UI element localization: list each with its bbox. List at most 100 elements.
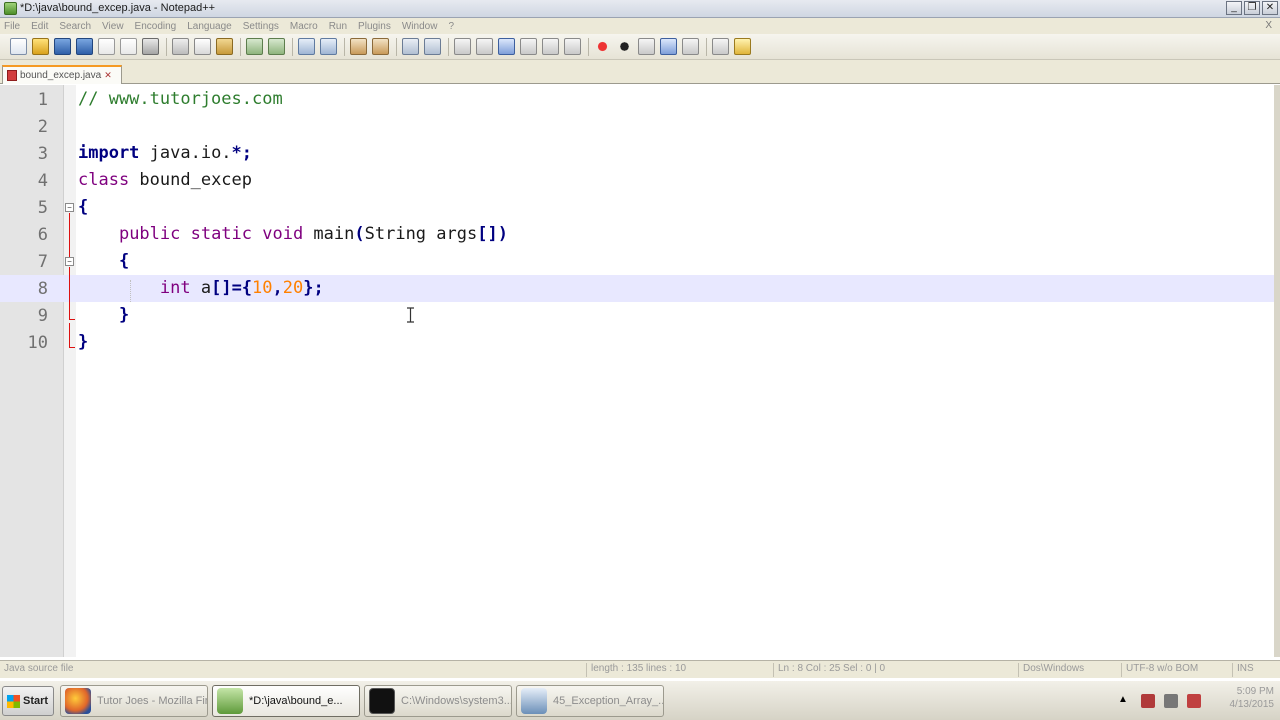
task-explorer[interactable]: 45_Exception_Array_...	[516, 685, 664, 717]
menu-help[interactable]: ?	[448, 21, 454, 32]
toolbar-separator	[166, 37, 167, 56]
cut-icon[interactable]	[172, 38, 189, 55]
plugin-icon[interactable]	[734, 38, 751, 55]
unsaved-file-icon	[7, 70, 17, 81]
paste-icon[interactable]	[216, 38, 233, 55]
new-file-icon[interactable]	[10, 38, 27, 55]
code-token: }	[78, 332, 89, 352]
windows-logo-icon	[7, 694, 20, 708]
redo-icon[interactable]	[268, 38, 285, 55]
toolbar-separator	[292, 37, 293, 56]
sync-vertical-icon[interactable]	[402, 38, 419, 55]
line-number: 10	[27, 333, 48, 353]
close-button[interactable]: ✕	[1262, 1, 1278, 15]
save-all-icon[interactable]	[76, 38, 93, 55]
code-line[interactable]: 7 {	[0, 248, 1274, 275]
start-button[interactable]: Start	[2, 686, 54, 716]
document-close-icon[interactable]: X	[1265, 20, 1272, 31]
toolbar-separator	[706, 37, 707, 56]
fold-toggle-icon[interactable]: −	[65, 203, 74, 212]
save-icon[interactable]	[54, 38, 71, 55]
code-editor[interactable]: 1 // www.tutorjoes.com 2 3 import java.io.*;…	[0, 85, 1274, 657]
code-token: public static void	[118, 224, 304, 244]
sync-horizontal-icon[interactable]	[424, 38, 441, 55]
volume-icon[interactable]	[1164, 694, 1178, 708]
code-line[interactable]: 2	[0, 113, 1274, 140]
status-insert-mode: INS	[1232, 663, 1280, 677]
indent-guide-icon[interactable]	[498, 38, 515, 55]
code-token: };	[303, 278, 324, 298]
line-number: 4	[37, 171, 48, 191]
code-line[interactable]: 10}	[0, 329, 1274, 356]
code-line[interactable]: 6 public static void main(String args[])	[0, 221, 1274, 248]
menu-edit[interactable]: Edit	[31, 21, 48, 32]
tab-bound-excep[interactable]: bound_excep.java ✕	[2, 65, 122, 84]
vertical-scrollbar[interactable]	[1274, 85, 1280, 657]
code-token: }	[118, 305, 130, 325]
menu-file[interactable]: File	[4, 21, 20, 32]
user-language-icon[interactable]	[520, 38, 537, 55]
firefox-icon	[65, 688, 91, 714]
minimize-button[interactable]: _	[1226, 1, 1242, 15]
replace-icon[interactable]	[320, 38, 337, 55]
zoom-in-icon[interactable]	[350, 38, 367, 55]
tray-arrow-icon[interactable]: ▲	[1118, 694, 1132, 708]
status-bar: Java source file length : 135 lines : 10…	[0, 660, 1280, 678]
stop-macro-icon[interactable]	[616, 38, 633, 55]
doc-map-icon[interactable]	[542, 38, 559, 55]
network-icon[interactable]	[1141, 694, 1155, 708]
text-cursor-icon	[407, 307, 414, 323]
notepadpp-icon	[4, 2, 17, 15]
run-macro-multiple-icon[interactable]	[660, 38, 677, 55]
task-command-prompt[interactable]: C:\Windows\system3...	[364, 685, 512, 717]
menu-settings[interactable]: Settings	[243, 21, 279, 32]
save-macro-icon[interactable]	[682, 38, 699, 55]
tab-label: bound_excep.java	[20, 70, 102, 81]
function-list-icon[interactable]	[564, 38, 581, 55]
toolbar-separator	[344, 37, 345, 56]
line-number: 8	[37, 279, 48, 299]
close-file-icon[interactable]	[98, 38, 115, 55]
record-macro-icon[interactable]	[594, 38, 611, 55]
print-icon[interactable]	[142, 38, 159, 55]
menu-window[interactable]: Window	[402, 21, 438, 32]
action-center-icon[interactable]	[1187, 694, 1201, 708]
show-all-chars-icon[interactable]	[476, 38, 493, 55]
task-notepadpp[interactable]: *D:\java\bound_e...	[212, 685, 360, 717]
tab-close-icon[interactable]: ✕	[104, 70, 112, 81]
code-line[interactable]: 1 // www.tutorjoes.com	[0, 86, 1274, 113]
menu-macro[interactable]: Macro	[290, 21, 318, 32]
spell-check-icon[interactable]	[712, 38, 729, 55]
copy-icon[interactable]	[194, 38, 211, 55]
task-firefox[interactable]: Tutor Joes - Mozilla Fir...	[60, 685, 208, 717]
menu-plugins[interactable]: Plugins	[358, 21, 391, 32]
code-line[interactable]: 3 import java.io.*;	[0, 140, 1274, 167]
fold-end-marker	[69, 347, 75, 348]
close-all-icon[interactable]	[120, 38, 137, 55]
restore-button[interactable]: ❐	[1244, 1, 1260, 15]
menu-view[interactable]: View	[102, 21, 124, 32]
menu-language[interactable]: Language	[187, 21, 232, 32]
code-line[interactable]: 8 int a[]={10,20};	[0, 275, 1274, 302]
open-file-icon[interactable]	[32, 38, 49, 55]
notepadpp-icon	[217, 688, 243, 714]
zoom-out-icon[interactable]	[372, 38, 389, 55]
clock[interactable]: 5:09 PM 4/13/2015	[1230, 685, 1275, 711]
fold-toggle-icon[interactable]: −	[65, 257, 74, 266]
fold-line	[69, 267, 70, 319]
code-line[interactable]: 4 class bound_excep	[0, 167, 1274, 194]
play-macro-icon[interactable]	[638, 38, 655, 55]
undo-icon[interactable]	[246, 38, 263, 55]
menu-encoding[interactable]: Encoding	[135, 21, 177, 32]
code-line[interactable]: 5{	[0, 194, 1274, 221]
menu-search[interactable]: Search	[59, 21, 91, 32]
fold-line	[69, 213, 70, 257]
word-wrap-icon[interactable]	[454, 38, 471, 55]
toolbar	[0, 34, 1280, 60]
find-icon[interactable]	[298, 38, 315, 55]
menu-run[interactable]: Run	[329, 21, 347, 32]
code-line[interactable]: 9 }	[0, 302, 1274, 329]
line-number: 6	[37, 225, 48, 245]
